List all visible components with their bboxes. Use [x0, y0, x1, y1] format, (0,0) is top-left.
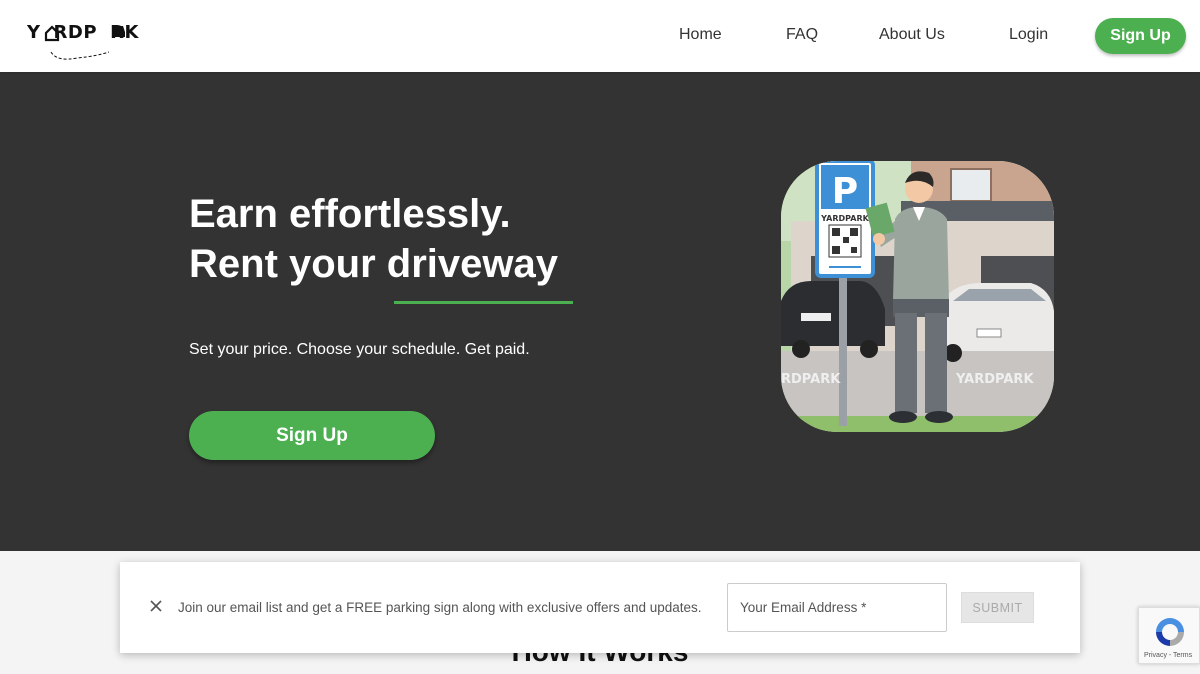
site-header: Y RDP RK Home FAQ About Us Login Sign Up — [0, 0, 1200, 72]
car-right-icon — [939, 283, 1054, 362]
svg-text:YARDPARK: YARDPARK — [955, 372, 1034, 387]
nav-home[interactable]: Home — [679, 26, 722, 44]
recaptcha-icon — [1156, 618, 1184, 646]
close-icon[interactable] — [148, 598, 164, 614]
submit-button[interactable]: SUBMIT — [961, 592, 1034, 623]
hero-title-line2: Rent your driveway — [189, 242, 559, 286]
svg-text:YARDPARK: YARDPARK — [820, 214, 870, 223]
recaptcha-badge[interactable]: Privacy - Terms — [1138, 607, 1200, 664]
recaptcha-links[interactable]: Privacy - Terms — [1144, 652, 1192, 659]
hero-section: Earn effortlessly. Rent your driveway Se… — [0, 72, 1200, 551]
hero-signup-button[interactable]: Sign Up — [189, 411, 435, 460]
popup-message: Join our email list and get a FREE parki… — [178, 600, 702, 615]
nav-login[interactable]: Login — [1009, 26, 1048, 44]
hero-title: Earn effortlessly. Rent your driveway — [189, 189, 558, 289]
logo[interactable]: Y RDP RK — [27, 20, 152, 62]
svg-text:RDPARK: RDPARK — [781, 372, 841, 387]
hero-underline — [394, 301, 573, 304]
hero-title-line1: Earn effortlessly. — [189, 192, 511, 236]
email-signup-popup: Join our email list and get a FREE parki… — [120, 562, 1080, 653]
logo-text: Y RDP RK — [27, 22, 139, 43]
email-input[interactable] — [727, 583, 947, 632]
hero-illustration: P YARDPARK RDPARK YARDPARK — [781, 161, 1054, 432]
driveway-illustration: P YARDPARK RDPARK YARDPARK — [781, 161, 1054, 432]
hero-subtitle: Set your price. Choose your schedule. Ge… — [189, 341, 530, 358]
header-signup-button[interactable]: Sign Up — [1095, 18, 1186, 54]
svg-text:P: P — [832, 171, 858, 212]
nav-faq[interactable]: FAQ — [786, 26, 818, 44]
nav-about-us[interactable]: About Us — [879, 26, 945, 44]
